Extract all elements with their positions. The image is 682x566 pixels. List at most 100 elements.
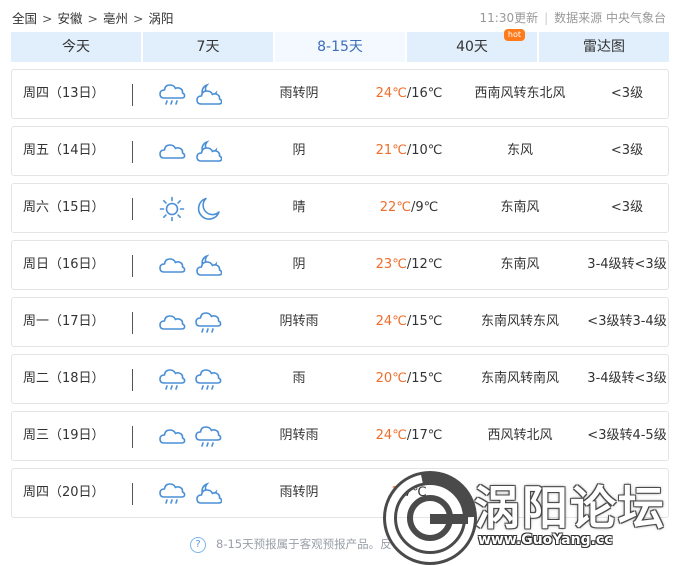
rain-cloud-icon bbox=[158, 366, 186, 394]
sun-icon bbox=[158, 195, 186, 223]
cloudy-moon-icon bbox=[194, 81, 223, 109]
breadcrumb-separator: > bbox=[87, 11, 98, 26]
cloud-icon bbox=[158, 309, 186, 337]
weather-condition: 阴 bbox=[292, 257, 306, 272]
forecast-tabs: 今天 7天 8-15天 40天 hot 雷达图 bbox=[11, 29, 669, 62]
temperature-low: /10℃ bbox=[406, 143, 443, 158]
forecast-day: 周一（17日） bbox=[23, 314, 105, 329]
wind-direction: 东南风转南风 bbox=[480, 371, 559, 386]
watermark-url: www.GuoYang.cc bbox=[478, 532, 613, 548]
row-divider bbox=[132, 255, 133, 277]
cloudy-moon-icon bbox=[194, 480, 223, 508]
tab-7-days[interactable]: 7天 bbox=[143, 32, 273, 62]
temperature-low: /17℃ bbox=[406, 428, 443, 443]
temperature-range: 24℃/16℃ bbox=[364, 70, 454, 118]
breadcrumb: 全国 > 安徽 > 亳州 > 涡阳 bbox=[12, 8, 174, 27]
cloud-icon bbox=[158, 423, 186, 451]
temperature-range: 22℃/9℃ bbox=[364, 184, 454, 232]
wind-level: 3-4级转<3级 bbox=[587, 257, 667, 272]
row-divider bbox=[132, 483, 133, 505]
breadcrumb-county: 涡阳 bbox=[148, 11, 174, 26]
rain-cloud-icon bbox=[194, 423, 222, 451]
data-source: 数据来源 中央气象台 bbox=[554, 11, 666, 25]
temperature-low: /15℃ bbox=[406, 314, 443, 329]
wind-level: <3级 bbox=[610, 86, 644, 101]
temperature-range: 23℃/12℃ bbox=[364, 241, 454, 289]
breadcrumb-city[interactable]: 亳州 bbox=[103, 11, 128, 26]
weather-condition: 晴 bbox=[292, 200, 306, 215]
forecast-day: 周二（18日） bbox=[23, 371, 105, 386]
forecast-row: 周日（16日） 阴 23℃/12℃ 东南风 3-4级转<3级 bbox=[11, 240, 669, 290]
rain-cloud-icon bbox=[158, 81, 186, 109]
forecast-note: ? 8-15天预报属于客观预报产品。反 bbox=[190, 536, 392, 553]
weather-condition: 阴转雨 bbox=[279, 428, 319, 443]
watermark-logo: 涡阳论坛 www.GuoYang.cc bbox=[382, 470, 682, 565]
forecast-day: 周五（14日） bbox=[23, 143, 105, 158]
forecast-day: 周三（19日） bbox=[23, 428, 105, 443]
breadcrumb-separator: > bbox=[42, 11, 53, 26]
wind-level: <3级转3-4级 bbox=[587, 314, 667, 329]
tab-40-days[interactable]: 40天 hot bbox=[407, 29, 537, 62]
forecast-day: 周日（16日） bbox=[23, 257, 105, 272]
wind-direction: 东南风 bbox=[500, 257, 540, 272]
temperature-low: /15℃ bbox=[406, 371, 443, 386]
temperature-range: 20℃/15℃ bbox=[364, 355, 454, 403]
hot-badge: hot bbox=[503, 29, 525, 41]
cloud-icon bbox=[158, 138, 186, 166]
breadcrumb-separator: > bbox=[133, 11, 144, 26]
forecast-list: 周四（13日） 雨转阴 24℃/16℃ 西南风转东北风 <3级 周五（14日）阴 21℃/1… bbox=[11, 69, 669, 525]
update-info: 11:30更新 | 数据来源 中央气象台 bbox=[479, 11, 666, 25]
row-divider bbox=[132, 141, 133, 163]
forecast-row: 周六（15日） 晴 22℃/9℃ 东南风 <3级 bbox=[11, 183, 669, 233]
temperature-high: 24℃ bbox=[375, 86, 407, 101]
temperature-range: 24℃/15℃ bbox=[364, 298, 454, 346]
tab-radar[interactable]: 雷达图 bbox=[539, 32, 669, 62]
tab-today[interactable]: 今天 bbox=[11, 32, 141, 62]
forecast-row: 周五（14日） 阴 21℃/10℃ 东风 <3级 bbox=[11, 126, 669, 176]
forecast-day: 周六（15日） bbox=[23, 200, 105, 215]
wind-direction: 西南风转东北风 bbox=[474, 86, 566, 101]
cloudy-moon-icon bbox=[194, 252, 223, 280]
weather-condition: 雨转阴 bbox=[279, 86, 319, 101]
wind-direction: 东南风转东风 bbox=[480, 314, 559, 329]
rain-cloud-icon bbox=[158, 480, 186, 508]
help-icon[interactable]: ? bbox=[190, 536, 206, 553]
wind-direction: 西风转北风 bbox=[487, 428, 553, 443]
temperature-high: 24℃ bbox=[375, 314, 407, 329]
wind-level: 3-4级转<3级 bbox=[587, 371, 667, 386]
weather-condition: 雨转阴 bbox=[279, 485, 319, 500]
update-time: 11:30更新 bbox=[479, 11, 539, 25]
forecast-day: 周四（13日） bbox=[23, 86, 105, 101]
temperature-low: /16℃ bbox=[406, 86, 443, 101]
wind-direction: 东风 bbox=[506, 143, 533, 158]
temperature-high: 23℃ bbox=[375, 257, 407, 272]
breadcrumb-national[interactable]: 全国 bbox=[12, 11, 37, 26]
temperature-range: 24℃/17℃ bbox=[364, 412, 454, 460]
tab-40-days-label: 40天 bbox=[456, 39, 488, 55]
temperature-high: 21℃ bbox=[375, 143, 407, 158]
row-divider bbox=[132, 84, 133, 106]
forecast-day: 周四（20日） bbox=[23, 485, 105, 500]
wind-level: <3级 bbox=[610, 200, 644, 215]
forecast-row: 周一（17日） 阴转雨 24℃/15℃ 东南风转东风 <3级转3-4级 bbox=[11, 297, 669, 347]
forecast-row: 周三（19日） 阴转雨 24℃/17℃ 西风转北风 <3级转4-5级 bbox=[11, 411, 669, 461]
temperature-high: 24℃ bbox=[375, 428, 407, 443]
temperature-high: 22℃ bbox=[379, 200, 411, 215]
cloud-icon bbox=[158, 252, 186, 280]
moon-icon bbox=[194, 195, 222, 223]
watermark-g-icon bbox=[383, 471, 477, 565]
row-divider bbox=[132, 426, 133, 448]
rain-cloud-icon bbox=[194, 366, 222, 394]
wind-direction: 东南风 bbox=[500, 200, 540, 215]
row-divider bbox=[132, 369, 133, 391]
tab-8-15-days[interactable]: 8-15天 bbox=[275, 32, 405, 62]
weather-condition: 阴 bbox=[292, 143, 306, 158]
temperature-low: /12℃ bbox=[406, 257, 443, 272]
forecast-row: 周二（18日） 雨 20℃/15℃ 东南风转南风 3-4级转<3级 bbox=[11, 354, 669, 404]
forecast-note-text: 8-15天预报属于客观预报产品。反 bbox=[216, 537, 392, 551]
temperature-high: 20℃ bbox=[375, 371, 407, 386]
breadcrumb-province[interactable]: 安徽 bbox=[58, 11, 83, 26]
temperature-range: 21℃/10℃ bbox=[364, 127, 454, 175]
row-divider bbox=[132, 198, 133, 220]
weather-condition: 雨 bbox=[292, 371, 306, 386]
